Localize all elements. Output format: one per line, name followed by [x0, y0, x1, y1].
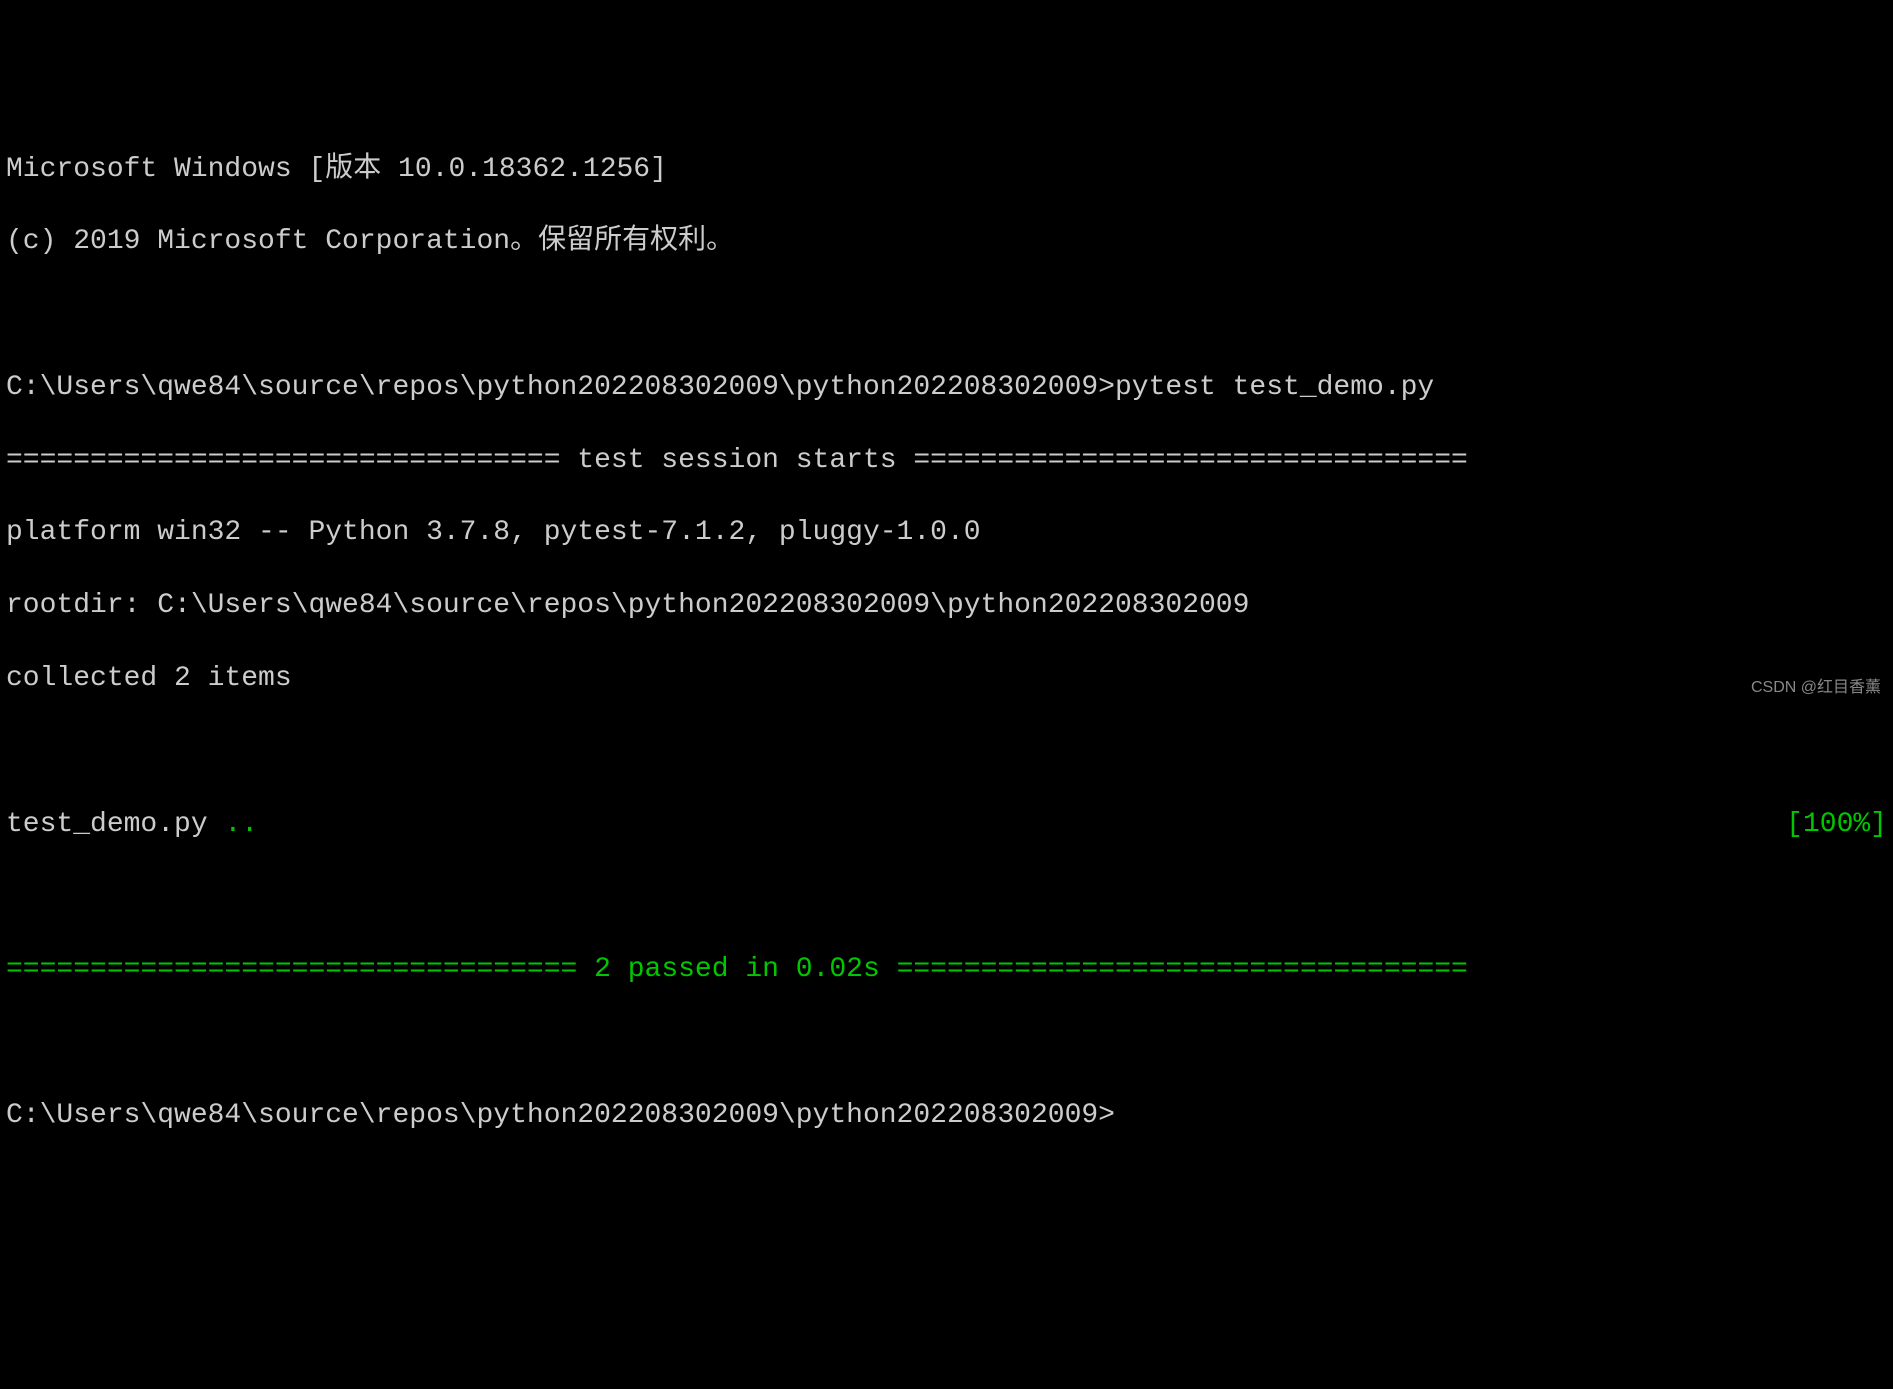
summary-passed-text: 2 passed in 0.02s [594, 954, 880, 985]
rootdir-info: rootdir: C:\Users\qwe84\source\repos\pyt… [6, 588, 1887, 624]
blank-line [6, 1025, 1887, 1061]
copyright-line: (c) 2019 Microsoft Corporation。保留所有权利。 [6, 224, 1887, 260]
prompt-line[interactable]: C:\Users\qwe84\source\repos\python202208… [6, 1098, 1887, 1134]
summary-sep-right: ================================== [880, 954, 1468, 985]
command-line[interactable]: C:\Users\qwe84\source\repos\python202208… [6, 370, 1887, 406]
command-text: pytest test_demo.py [1115, 372, 1434, 403]
collected-items: collected 2 items [6, 661, 1887, 697]
summary-line: ================================== 2 pas… [6, 952, 1887, 988]
windows-version-line: Microsoft Windows [版本 10.0.18362.1256] [6, 152, 1887, 188]
test-result-line: test_demo.py .. [100%] [6, 807, 1887, 843]
blank-line [6, 734, 1887, 770]
summary-sep-left: ================================== [6, 954, 594, 985]
prompt-path: C:\Users\qwe84\source\repos\python202208… [6, 372, 1115, 403]
platform-info: platform win32 -- Python 3.7.8, pytest-7… [6, 515, 1887, 551]
test-pass-dots: .. [224, 809, 258, 840]
test-file-name: test_demo.py [6, 809, 224, 840]
progress-percent: [100%] [1786, 807, 1887, 843]
blank-line [6, 879, 1887, 915]
prompt-path: C:\Users\qwe84\source\repos\python202208… [6, 1100, 1115, 1131]
blank-line [6, 297, 1887, 333]
session-starts-header: ================================= test s… [6, 443, 1887, 479]
csdn-watermark: CSDN @红目香薰 [1751, 678, 1881, 699]
